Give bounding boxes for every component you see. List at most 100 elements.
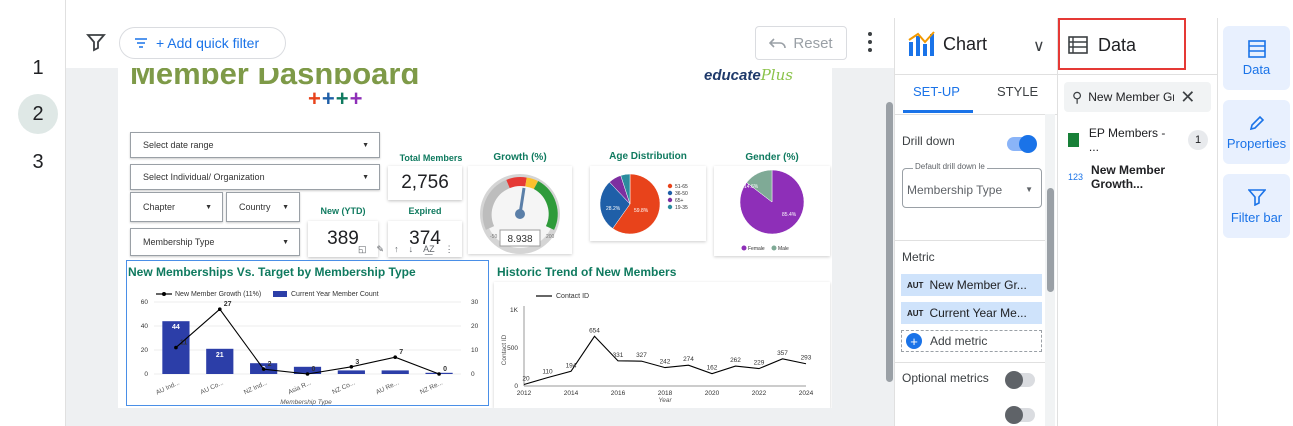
chart-type-chevron-icon[interactable]: ∨ — [1033, 36, 1045, 56]
page-1-button[interactable]: 1 — [18, 48, 58, 88]
tab-style[interactable]: STYLE — [997, 84, 1038, 99]
number-type-icon: 123 — [1068, 172, 1084, 182]
pie-label: 28.2% — [606, 206, 621, 212]
page-navigator: 1 2 3 — [0, 0, 66, 426]
historic-line-chart[interactable]: Contact ID05001K2012 2014 2016 2018 2020 2022… — [494, 282, 830, 408]
gender-panel: 14.6% 85.4% Female Male — [714, 166, 830, 256]
expand-icon[interactable]: ◱ — [358, 244, 367, 258]
bar — [381, 370, 409, 374]
membership-type-label: Membership Type — [143, 237, 215, 247]
metric-label: New Member Gr... — [929, 278, 1027, 292]
metric-header: Metric — [902, 250, 935, 264]
chapter-control[interactable]: Chapter ▼ — [130, 192, 223, 222]
reset-label: Reset — [793, 34, 833, 52]
line-point — [305, 372, 310, 376]
filter-icon[interactable] — [86, 32, 106, 52]
metric-badge: AUT — [907, 308, 924, 318]
dropdown-arrow-icon: ▼ — [282, 238, 289, 246]
growth-gauge-panel: 8.938 -50 200 — [468, 166, 572, 254]
legend-label: 65+ — [675, 198, 684, 204]
data-panel: Data ⚲ New Member Gr ✕ EP Members - ... … — [1057, 18, 1218, 426]
sheets-icon — [1068, 133, 1079, 147]
data-label: 274 — [683, 356, 694, 363]
legend-label: Contact ID — [556, 293, 589, 300]
individual-org-control[interactable]: Select Individual/ Organization ▼ — [130, 164, 380, 190]
y-tick-label: 40 — [141, 323, 149, 330]
data-panel-title: Data — [1098, 35, 1137, 55]
optional-metrics-toggle[interactable] — [1005, 371, 1035, 389]
pencil-icon — [1249, 115, 1264, 130]
drill-down-toggle[interactable] — [1007, 135, 1037, 153]
tab-setup[interactable]: SET-UP — [913, 84, 960, 99]
data-label: 110 — [542, 369, 553, 376]
expired-label: Expired — [408, 206, 442, 216]
rail-data-button[interactable]: Data — [1223, 26, 1290, 90]
country-control[interactable]: Country ▼ — [226, 192, 300, 222]
canvas-scrollbar-thumb[interactable] — [886, 102, 893, 382]
sort-az-icon[interactable]: A͟Z — [423, 244, 435, 258]
sort-up-icon[interactable]: ↑ — [394, 244, 399, 258]
line-chart-title: Historic Trend of New Members — [497, 265, 677, 279]
pencil-icon[interactable]: ✎ — [377, 244, 385, 258]
rail-data-label: Data — [1242, 61, 1271, 77]
chart-properties-panel: Chart ∨ SET-UP STYLE Drill down Default … — [886, 18, 1057, 426]
rail-filter-bar-button[interactable]: Filter bar — [1223, 174, 1290, 238]
tab-setup-underline — [903, 110, 973, 113]
add-quick-filter-button[interactable]: + Add quick filter — [119, 27, 286, 59]
source-count-badge: 1 — [1188, 130, 1208, 150]
chart-quick-toolbar: ◱ ✎ ↑ ↓ A͟Z ⋮ — [358, 244, 468, 258]
default-drill-down-select[interactable]: Default drill down le Membership Type ▼ — [902, 162, 1042, 208]
line-point — [261, 367, 266, 371]
report-page: Member Dashboard ++++ educatePlus Select… — [118, 68, 832, 408]
search-icon: ⚲ — [1072, 88, 1083, 105]
data-label: 331 — [613, 352, 624, 359]
more-options-icon[interactable] — [862, 30, 878, 54]
legend-swatch — [741, 245, 747, 251]
filter-icon — [1247, 188, 1266, 206]
metric-chip-current-year[interactable]: AUT Current Year Me... — [901, 302, 1042, 324]
x-tick-label: Asia R... — [287, 379, 312, 396]
line-value-label: 7 — [399, 349, 403, 356]
data-source-item[interactable]: EP Members - ... 1 — [1068, 126, 1208, 154]
growth-value: 8.938 — [507, 234, 532, 245]
gender-pie-chart: 14.6% 85.4% Female Male — [739, 169, 805, 252]
x-tick-label: 2012 — [517, 390, 532, 397]
line-point — [174, 345, 178, 350]
membership-bar-chart[interactable]: New Member Growth (11%) Current Year Memb… — [126, 280, 489, 406]
logo-text: educate — [704, 68, 761, 84]
membership-type-control[interactable]: Membership Type ▼ — [130, 228, 300, 256]
line-value-label: 2 — [268, 361, 272, 368]
page-2-button[interactable]: 2 — [18, 94, 58, 134]
y-tick-label: 0 — [514, 383, 518, 390]
field-search-input[interactable]: ⚲ New Member Gr ✕ — [1064, 82, 1211, 112]
gauge-max: 200 — [546, 234, 555, 240]
more-icon[interactable]: ⋮ — [445, 244, 454, 258]
x-tick-label: 2024 — [799, 390, 814, 397]
legend-label: Female — [748, 246, 765, 252]
new-ytd-label: New (YTD) — [320, 206, 366, 216]
line-point — [217, 307, 222, 311]
rail-filter-bar-label: Filter bar — [1230, 209, 1283, 225]
x-tick-label: 2014 — [564, 390, 579, 397]
search-value: New Member Gr — [1088, 90, 1175, 104]
page-3-button[interactable]: 3 — [18, 142, 58, 182]
reset-button[interactable]: Reset — [755, 26, 847, 60]
date-range-control[interactable]: Select date range ▼ — [130, 132, 380, 158]
data-label: 229 — [754, 360, 765, 367]
dropdown-arrow-icon: ▼ — [1025, 185, 1033, 194]
clear-search-icon[interactable]: ✕ — [1180, 87, 1195, 108]
field-name: New Member Growth... — [1091, 163, 1166, 191]
legend-bar-swatch — [273, 291, 287, 297]
rail-properties-button[interactable]: Properties — [1223, 100, 1290, 164]
logo-suffix: Plus — [760, 68, 793, 84]
dropdown-arrow-icon: ▼ — [205, 203, 212, 211]
chart-type-icon[interactable] — [907, 28, 937, 58]
field-item-new-member-growth[interactable]: 123 New Member Growth... — [1068, 163, 1216, 191]
sort-down-icon[interactable]: ↓ — [409, 244, 414, 258]
metric-sliders-toggle[interactable] — [1005, 406, 1035, 424]
scrollbar-thumb[interactable] — [1047, 188, 1054, 292]
y-tick-label: 500 — [507, 345, 518, 352]
educate-plus-logo: educatePlus — [704, 68, 793, 84]
metric-chip-new-member-growth[interactable]: AUT New Member Gr... — [901, 274, 1042, 296]
add-metric-button[interactable]: + Add metric — [901, 330, 1042, 352]
